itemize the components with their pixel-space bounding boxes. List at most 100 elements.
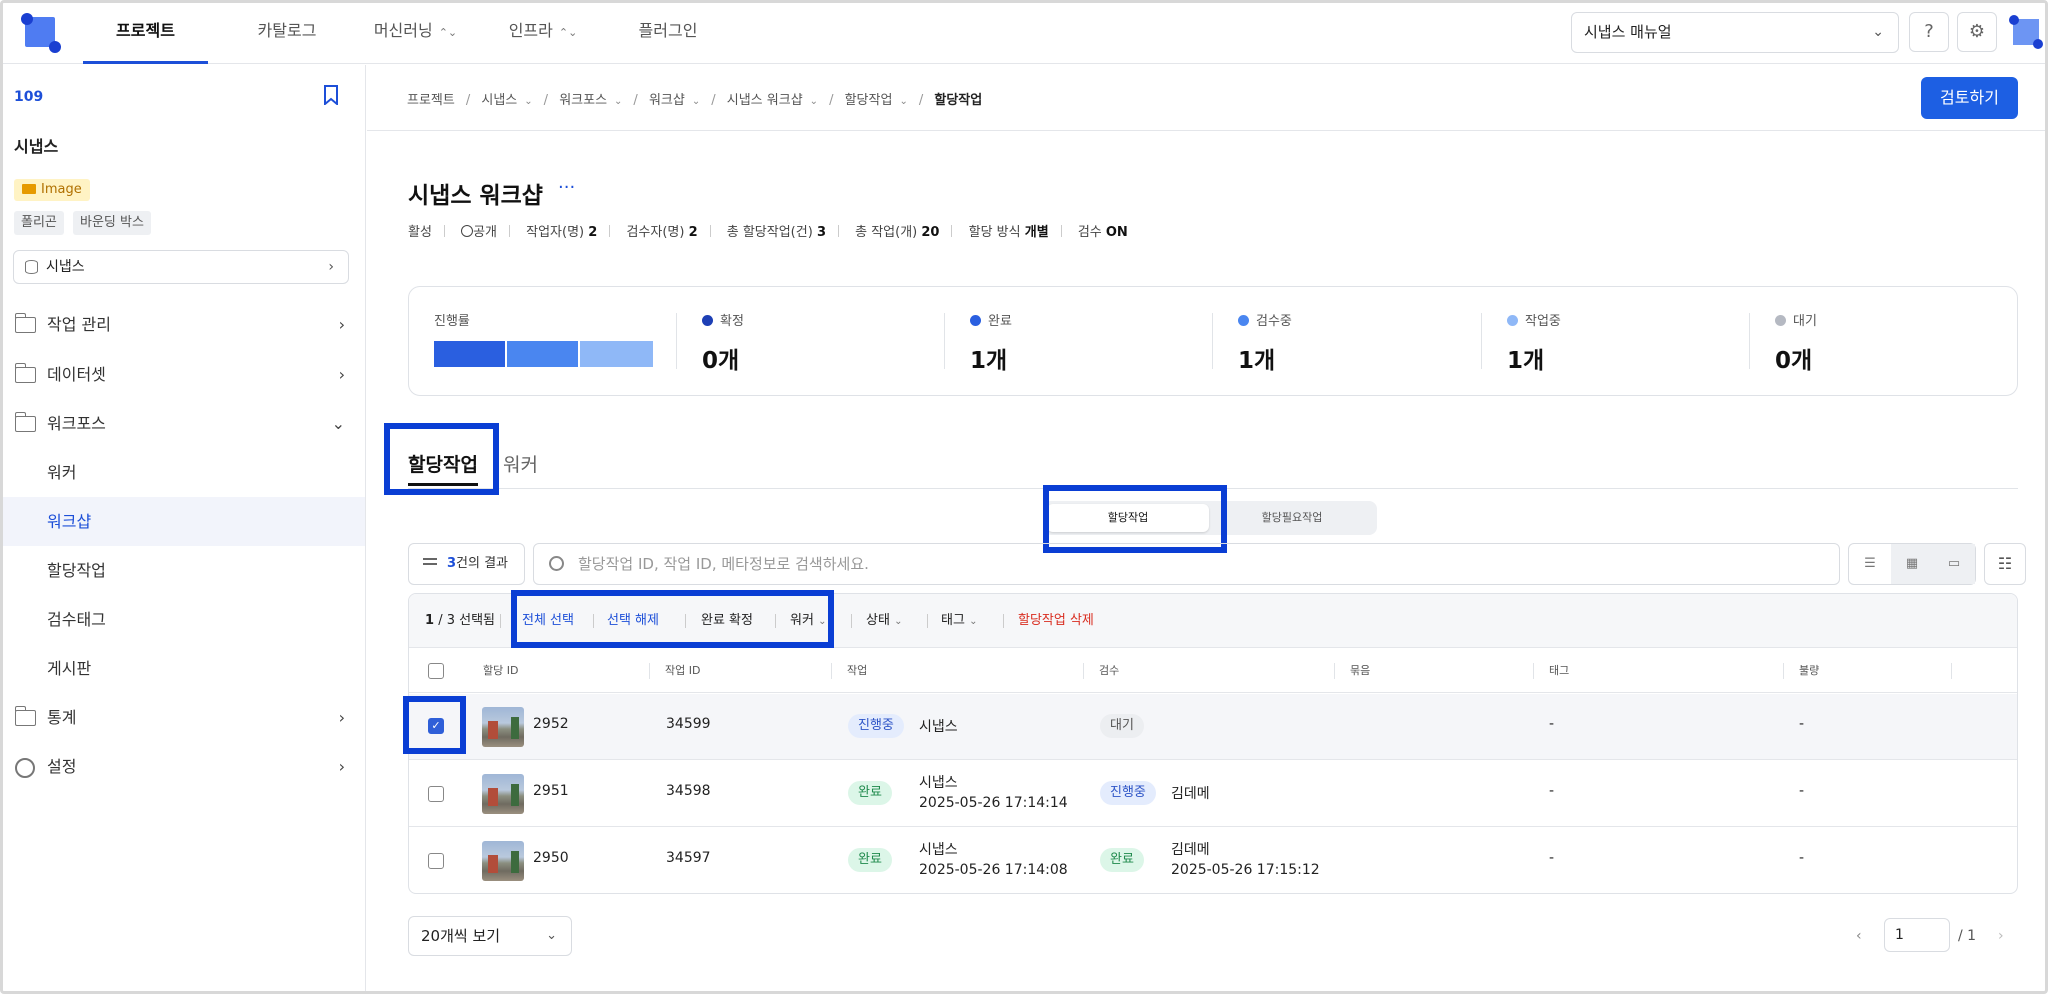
tag-polygon: 폴리곤 xyxy=(14,211,64,235)
nav-infra-label: 인프라 xyxy=(508,21,553,40)
stat-value: 0개 xyxy=(1775,348,1813,374)
filter-button[interactable]: 3건의 결과 xyxy=(408,543,525,585)
project-id: 109 xyxy=(14,89,44,105)
bookmark-icon[interactable] xyxy=(323,85,339,105)
crumb-project[interactable]: 프로젝트 xyxy=(407,93,455,108)
nav-plugin[interactable]: 플러그인 xyxy=(623,3,713,64)
page-size-value: 20개씩 보기 xyxy=(421,927,501,945)
next-page-icon[interactable]: › xyxy=(1998,916,2004,956)
progress-card: 진행률 확정 0개 완료 1개 검수중 1개 작업중 1개 대기 0개 xyxy=(408,286,2018,396)
review-status-badge: 진행중 xyxy=(1100,781,1156,805)
app-logo[interactable] xyxy=(21,13,61,53)
gear-icon: ⚙ xyxy=(1968,21,1986,42)
table-row[interactable]: 2951 34598 완료 시냅스 2025-05-26 17:14:14 진행중… xyxy=(409,761,2017,827)
row-defect: - xyxy=(1799,783,1805,799)
nav-catalog[interactable]: 카탈로그 xyxy=(227,3,347,64)
page-size-select[interactable]: 20개씩 보기 ⌄ xyxy=(408,916,572,956)
sidebar: 109 시냅스 Image 폴리곤 바운딩 박스 시냅스 › 작업 관리 › 데이터… xyxy=(3,65,366,991)
table-row[interactable]: ✓ 2952 34599 진행중 시냅스 대기 - - xyxy=(409,694,2017,760)
row-checkbox[interactable] xyxy=(428,853,444,869)
chevron-down-icon: ⌄ xyxy=(546,928,557,943)
assign-id: 2952 xyxy=(533,716,569,732)
crumb-current: 할당작업 xyxy=(934,93,983,108)
sidebar-sub-workshop[interactable]: 워크샵 xyxy=(3,497,365,546)
more-options-icon[interactable]: ··· xyxy=(558,177,575,198)
column-assign-id[interactable]: 할당 ID xyxy=(483,649,518,693)
search-input[interactable]: 할당작업 ID, 작업 ID, 메타정보로 검색하세요. xyxy=(533,543,1840,585)
segment-needs-assignment[interactable]: 할당필요작업 xyxy=(1211,504,1373,532)
sidebar-sub-board[interactable]: 게시판 xyxy=(3,644,365,693)
review-button[interactable]: 검토하기 xyxy=(1921,77,2018,119)
tasks-count: 20 xyxy=(921,225,940,240)
sidebar-item-settings[interactable]: 설정 › xyxy=(3,743,365,791)
assignments-label: 총 할당작업(건) xyxy=(726,225,813,240)
nav-machine-learning[interactable]: 머신러닝 ⌃⌄ xyxy=(348,3,483,64)
crumb-synapse-workshop[interactable]: 시냅스 워크샵 xyxy=(727,93,803,108)
manual-select[interactable]: 시냅스 매뉴얼 ⌄ xyxy=(1571,12,1899,53)
row-checkbox[interactable] xyxy=(428,786,444,802)
grid-view-button[interactable]: ▦ xyxy=(1891,544,1933,584)
highlight-box xyxy=(384,423,499,495)
sidebar-sub-assignments[interactable]: 할당작업 xyxy=(3,546,365,595)
sidebar-item-label: 통계 xyxy=(47,708,77,727)
table-row[interactable]: 2950 34597 완료 시냅스 2025-05-26 17:14:08 완료 … xyxy=(409,828,2017,893)
sidebar-item-dataset[interactable]: 데이터셋 › xyxy=(3,351,365,399)
nav-infra[interactable]: 인프라 ⌃⌄ xyxy=(493,3,593,64)
tab-workers[interactable]: 워커 xyxy=(503,450,538,477)
tab-bar: 할당작업 워커 xyxy=(408,440,2018,489)
stat-done: 완료 1개 xyxy=(944,313,1012,374)
column-tag[interactable]: 태그 xyxy=(1549,649,1569,693)
crumb-assignments[interactable]: 할당작업 xyxy=(845,93,893,108)
column-bundle[interactable]: 묶음 xyxy=(1350,649,1370,693)
status-dot xyxy=(1507,315,1518,326)
crumb-workshop[interactable]: 워크샵 xyxy=(649,93,685,108)
highlight-box xyxy=(511,590,834,648)
review-user: 김데메 xyxy=(1171,786,1210,802)
prev-page-icon[interactable]: ‹ xyxy=(1856,916,1862,956)
tag-dropdown[interactable]: 태그 ⌄ xyxy=(941,594,977,649)
nav-plugin-label: 플러그인 xyxy=(638,21,698,40)
column-review[interactable]: 검수 xyxy=(1099,649,1119,693)
status-dropdown[interactable]: 상태 ⌄ xyxy=(866,594,902,649)
sidebar-item-statistics[interactable]: 통계 › xyxy=(3,694,365,742)
crumb-workforce[interactable]: 워크포스 xyxy=(559,93,607,108)
row-thumbnail[interactable] xyxy=(482,841,524,881)
select-all-checkbox[interactable] xyxy=(428,663,444,679)
progress-stat: 진행률 xyxy=(434,313,653,373)
crumb-synapse[interactable]: 시냅스 xyxy=(481,93,517,108)
chevron-right-icon: › xyxy=(338,315,345,334)
help-icon: ? xyxy=(1924,21,1934,42)
stat-label: 작업중 xyxy=(1525,314,1561,329)
row-thumbnail[interactable] xyxy=(482,774,524,814)
selected-count: 1 / 3 선택됨 xyxy=(425,613,495,628)
nav-catalog-label: 카탈로그 xyxy=(257,21,317,40)
task-id: 34599 xyxy=(666,716,711,732)
sidebar-sub-review-tags[interactable]: 검수태그 xyxy=(3,595,365,644)
result-count: 3 xyxy=(447,556,457,571)
column-defect[interactable]: 불량 xyxy=(1799,649,1819,693)
delete-assignment-button[interactable]: 할당작업 삭제 xyxy=(1018,594,1094,648)
review-label: 검수 xyxy=(1077,225,1102,240)
avatar[interactable] xyxy=(2009,15,2043,49)
progress-bar xyxy=(434,341,653,367)
work-info: 시냅스 2025-05-26 17:14:14 xyxy=(919,775,1068,811)
row-tag: - xyxy=(1549,850,1555,866)
column-work[interactable]: 작업 xyxy=(847,649,867,693)
preview-view-button[interactable]: ▭ xyxy=(1933,544,1975,584)
dataset-select[interactable]: 시냅스 › xyxy=(13,250,349,284)
row-thumbnail[interactable] xyxy=(482,707,524,747)
list-view-button[interactable]: ☰ xyxy=(1849,544,1891,584)
sort-button[interactable]: ☷ xyxy=(1984,543,2026,585)
nav-project[interactable]: 프로젝트 xyxy=(83,3,208,64)
sidebar-item-task-management[interactable]: 작업 관리 › xyxy=(3,301,365,349)
settings-button[interactable]: ⚙ xyxy=(1957,12,1997,52)
chevron-down-icon: ⌄ xyxy=(1872,24,1884,40)
manual-select-value: 시냅스 매뉴얼 xyxy=(1584,23,1672,41)
help-button[interactable]: ? xyxy=(1909,12,1949,52)
page-input[interactable]: 1 xyxy=(1884,918,1950,952)
dataset-select-value: 시냅스 xyxy=(46,259,85,275)
search-placeholder: 할당작업 ID, 작업 ID, 메타정보로 검색하세요. xyxy=(578,555,869,573)
sidebar-item-workforce[interactable]: 워크포스 ⌄ xyxy=(3,400,365,448)
sidebar-sub-worker[interactable]: 워커 xyxy=(3,448,365,497)
column-task-id[interactable]: 작업 ID xyxy=(665,649,700,693)
